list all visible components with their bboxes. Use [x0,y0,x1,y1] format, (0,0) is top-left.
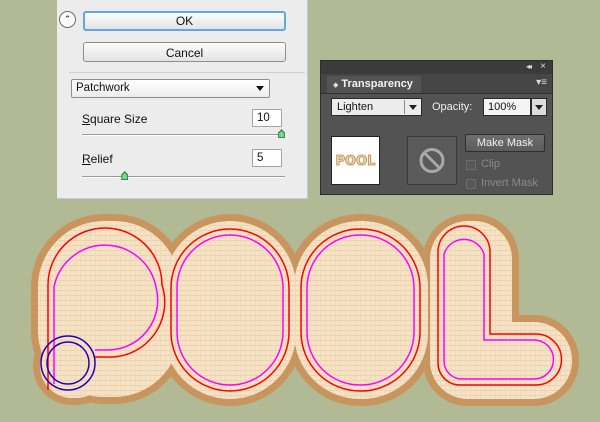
thumbnail-text: POOL [336,154,376,169]
blend-mode-select[interactable]: Lighten [331,98,422,116]
tab-transparency-label: Transparency [341,78,413,90]
square-size-track-shadow [82,135,285,136]
panel-menu-icon[interactable]: ▾≡ [536,78,547,88]
clip-checkbox[interactable] [466,160,476,170]
invert-mask-checkbox[interactable] [466,179,476,189]
collapse-icon[interactable]: ⌃ [59,11,76,28]
cancel-button[interactable]: Cancel [83,42,286,62]
relief-slider-thumb[interactable] [121,171,129,180]
pool-thumbnail-icon: POOL [335,154,376,170]
mask-slot[interactable] [407,136,457,185]
transparency-panel: ◂◂ × ◆ Transparency ▾≡ Lighten Opacity: 1… [320,60,553,195]
filter-select-value: Patchwork [76,82,130,94]
ok-button[interactable]: OK [83,11,286,31]
relief-input[interactable]: 5 [252,149,282,167]
clip-label: Clip [481,158,500,170]
panel-tabbar: ◆ Transparency ▾≡ [321,74,552,94]
blend-mode-value: Lighten [337,101,374,113]
panel-titlebar[interactable]: ◂◂ × [321,61,552,74]
opacity-dropdown-button[interactable] [531,98,547,116]
square-size-label: Square Size [82,112,147,126]
opacity-label: Opacity: [432,101,473,113]
filter-select[interactable]: Patchwork [71,79,270,98]
tab-toggle-icon: ◆ [333,82,339,89]
square-size-slider-thumb[interactable] [278,129,285,138]
collapse-panel-icon[interactable]: ◂◂ [526,62,532,71]
relief-track-shadow [82,177,285,178]
invert-mask-label: Invert Mask [481,177,538,189]
tab-transparency[interactable]: ◆ Transparency [327,76,421,93]
opacity-input[interactable]: 100% [483,98,531,116]
close-icon[interactable]: × [540,61,546,72]
square-size-input[interactable]: 10 [252,109,282,127]
square-size-label-rest: quare Size [90,112,148,126]
artwork-thumbnail[interactable]: POOL [331,136,380,185]
no-mask-icon [419,148,445,173]
dialog-divider [69,72,305,73]
dropdown-arrow-icon [256,86,264,91]
filter-dialog: ⌃ OK Cancel Patchwork Square Size 10 Rel… [57,0,308,199]
blend-mode-separator [404,100,405,114]
dropdown-arrow-icon [409,105,417,110]
relief-label: Relief [82,152,113,166]
relief-mnemonic: R [82,152,91,166]
make-mask-button[interactable]: Make Mask [465,134,545,152]
square-size-mnemonic: S [82,112,91,126]
relief-label-rest: elief [90,152,113,166]
